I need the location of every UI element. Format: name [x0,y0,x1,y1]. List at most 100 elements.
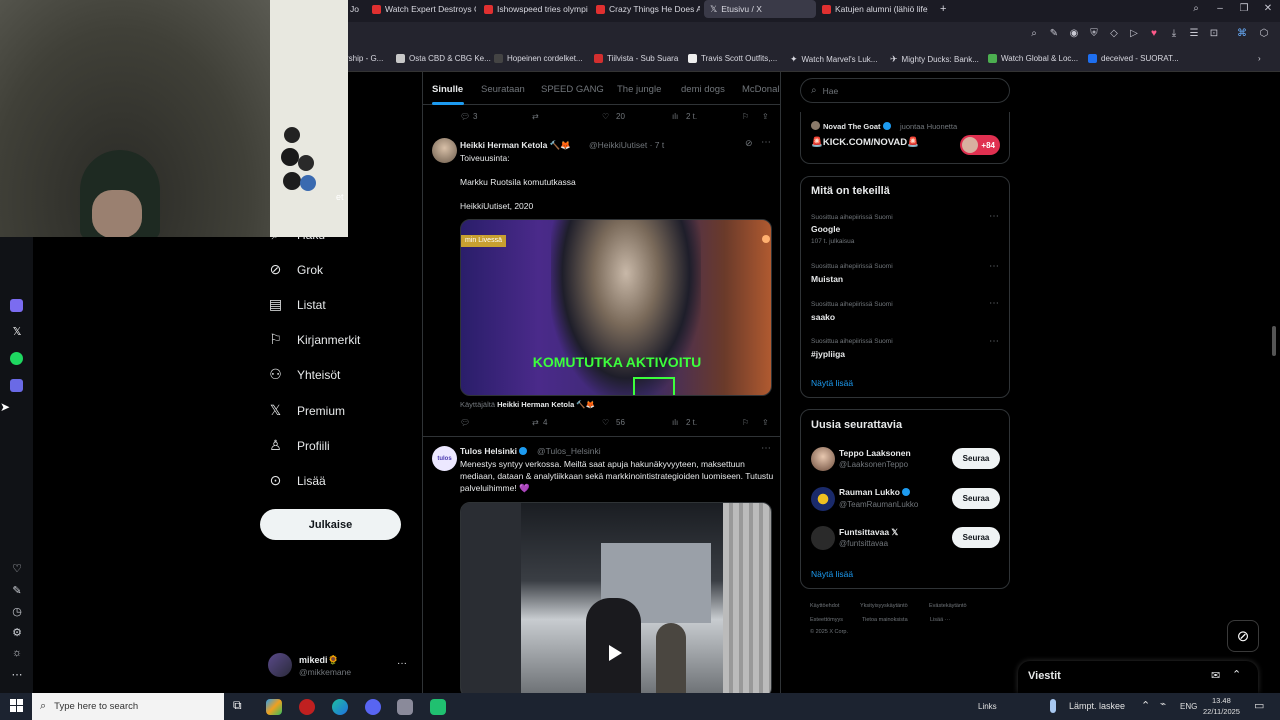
tweet-author-name[interactable]: Heikki Herman Ketola 🔨🦊 [460,140,571,151]
tab-list[interactable]: McDonal [742,84,780,95]
edit-icon[interactable]: ✎ [1048,28,1060,40]
menu-icon[interactable]: ☰ [1188,28,1200,40]
follow-button[interactable]: Seuraa [952,448,1000,469]
discord-icon[interactable] [365,699,381,715]
app-icon[interactable] [266,699,282,715]
follow-button[interactable]: Seuraa [952,488,1000,509]
minimize-icon[interactable]: – [1214,3,1226,15]
footer-link[interactable]: Evästekäytäntö [929,603,967,609]
bookmark-icon[interactable]: ⚐ [742,418,749,427]
follow-button[interactable]: Seuraa [952,527,1000,548]
app-icon[interactable] [10,379,23,392]
play-icon[interactable] [609,645,622,661]
close-window-icon[interactable]: ✕ [1262,3,1274,15]
reply-icon[interactable]: 💬︎ [460,418,470,427]
network-icon[interactable]: ⌁ [1160,699,1166,710]
tweet[interactable]: tulos Tulos Helsinki @Tulos_Helsinki ⋯ M… [423,438,780,693]
heart-icon[interactable]: ♥ [1148,28,1160,40]
lightbulb-icon[interactable]: ☼ [10,647,24,659]
more-icon[interactable]: ⋯ [989,261,999,272]
views-icon[interactable]: ılı [672,418,678,427]
extension-icon[interactable]: ⌘ [1236,28,1248,40]
like-icon[interactable]: ♡ [602,418,609,427]
scrollbar-thumb[interactable] [1272,326,1276,356]
language-indicator[interactable]: ENG [1180,702,1197,711]
nav-item-bookmarks[interactable]: ⚐ Kirjanmerkit [268,331,360,348]
live-space-card[interactable]: Novad The Goat juontaa Huonetta 🚨KICK.CO… [800,112,1010,164]
shield-icon[interactable]: ⛨ [1088,28,1100,40]
tab-following[interactable]: Seurataan [481,84,525,95]
tab-for-you[interactable]: Sinulle [432,84,463,95]
camera-icon[interactable]: ◉ [1068,28,1080,40]
bookmark[interactable]: ✈ Mighty Ducks: Bank... [890,54,979,65]
lock-icon[interactable]: ⊡ [1208,28,1220,40]
retweet-icon[interactable]: ⇄ [532,418,539,427]
clock-date[interactable]: 22/11/2025 [1203,707,1240,716]
windows-start-icon[interactable] [10,699,23,712]
browser-tab[interactable]: Katujen alumni (lähiö life) [816,0,928,18]
tab-list[interactable]: demi dogs [681,84,725,95]
cube-icon[interactable]: ◇ [1108,28,1120,40]
used-by-name[interactable]: Heikki Herman Ketola 🔨🦊 [497,400,595,409]
follow-name[interactable]: Funtsittavaa 𝕏 [839,527,898,538]
search-input[interactable]: ⌕ Hae [800,78,1010,103]
bookmark[interactable]: Hopeinen cordelket... [494,54,583,63]
avatar[interactable] [811,487,835,511]
bookmark[interactable]: ✦ Watch Marvel's Luk... [790,54,877,65]
more-icon[interactable]: ⋯ [989,211,999,222]
footer-link[interactable]: Esteettömyys [810,617,843,623]
edit-icon[interactable]: ✎ [10,584,24,597]
nav-item-profile[interactable]: ♙ Profiili [268,437,329,454]
grok-button[interactable]: ⊘ [1227,620,1259,652]
footer-link[interactable]: Lisää ··· [930,617,950,623]
bookmark[interactable]: rship - G... [346,54,383,63]
nav-item-communities[interactable]: ⚇ Yhteisöt [268,366,340,383]
footer-link[interactable]: Käyttöehdot [810,603,839,609]
bookmarks-overflow-icon[interactable]: › [1258,54,1261,63]
more-icon[interactable]: ⋯ [989,336,999,347]
follow-name[interactable]: Teppo Laaksonen [839,448,911,458]
follow-show-more-link[interactable]: Näytä lisää [811,569,853,579]
tweet-video[interactable]: min Livessä KOMUTUTKA AKTIVOITU [460,219,772,396]
more-icon[interactable]: ⋯ [10,668,24,681]
download-icon[interactable]: ⤓ [1168,28,1180,40]
browser-tab[interactable]: Crazy Things He Does Afte [590,0,700,18]
app-icon[interactable] [397,699,413,715]
tweet-author-handle[interactable]: @HeikkiUutiset · 7 t [589,140,664,150]
grok-icon[interactable]: ⊘ [745,138,753,149]
edge-icon[interactable] [332,699,348,715]
bookmark[interactable]: Osta CBD & CBG Ke... [396,54,491,63]
footer-link[interactable]: Yksityisyyskäytäntö [860,603,908,609]
avatar[interactable] [811,447,835,471]
history-icon[interactable]: ◷ [10,605,24,618]
search-tabs-icon[interactable]: ⌕ [1190,3,1202,15]
more-icon[interactable]: ⋯ [761,443,771,454]
heart-icon[interactable]: ♡ [10,562,24,575]
nav-item-lists[interactable]: ▤ Listat [268,296,326,313]
more-icon[interactable]: ⋯ [989,298,999,309]
new-tab-button[interactable]: + [934,0,950,18]
settings-icon[interactable]: ⬡ [1258,28,1270,40]
spotify-icon[interactable] [10,352,23,365]
weather-text[interactable]: Lämpt. laskee [1069,701,1125,711]
nav-item-grok[interactable]: ⊘ Grok [268,261,323,278]
trends-show-more-link[interactable]: Näytä lisää [811,378,853,388]
avatar[interactable]: tulos [432,446,457,471]
footer-link[interactable]: Tietoa mainoksista [862,617,908,623]
share-icon[interactable]: ⇪ [762,418,769,427]
like-icon[interactable]: ♡ [602,112,609,121]
tray-expand-icon[interactable]: ⌃ [1141,699,1150,712]
tab-list[interactable]: SPEED GANG [541,84,604,95]
views-icon[interactable]: ılı [672,112,678,121]
search-icon[interactable]: ⌕ [1028,28,1040,40]
taskbar-search-input[interactable]: ⌕ Type here to search [32,693,224,720]
links-toolbar[interactable]: Links [978,702,997,711]
gear-icon[interactable]: ⚙ [10,626,24,639]
post-button[interactable]: Julkaise [260,509,401,540]
browser-tab[interactable]: Ishowspeed tries olympic [478,0,588,18]
bookmark[interactable]: Travis Scott Outfits,... [688,54,777,63]
reply-icon[interactable]: 💬︎ [460,112,470,121]
restore-icon[interactable]: ❐ [1238,3,1250,15]
share-icon[interactable]: ⇪ [762,112,769,121]
expand-icon[interactable]: ⌃ [1232,668,1241,681]
